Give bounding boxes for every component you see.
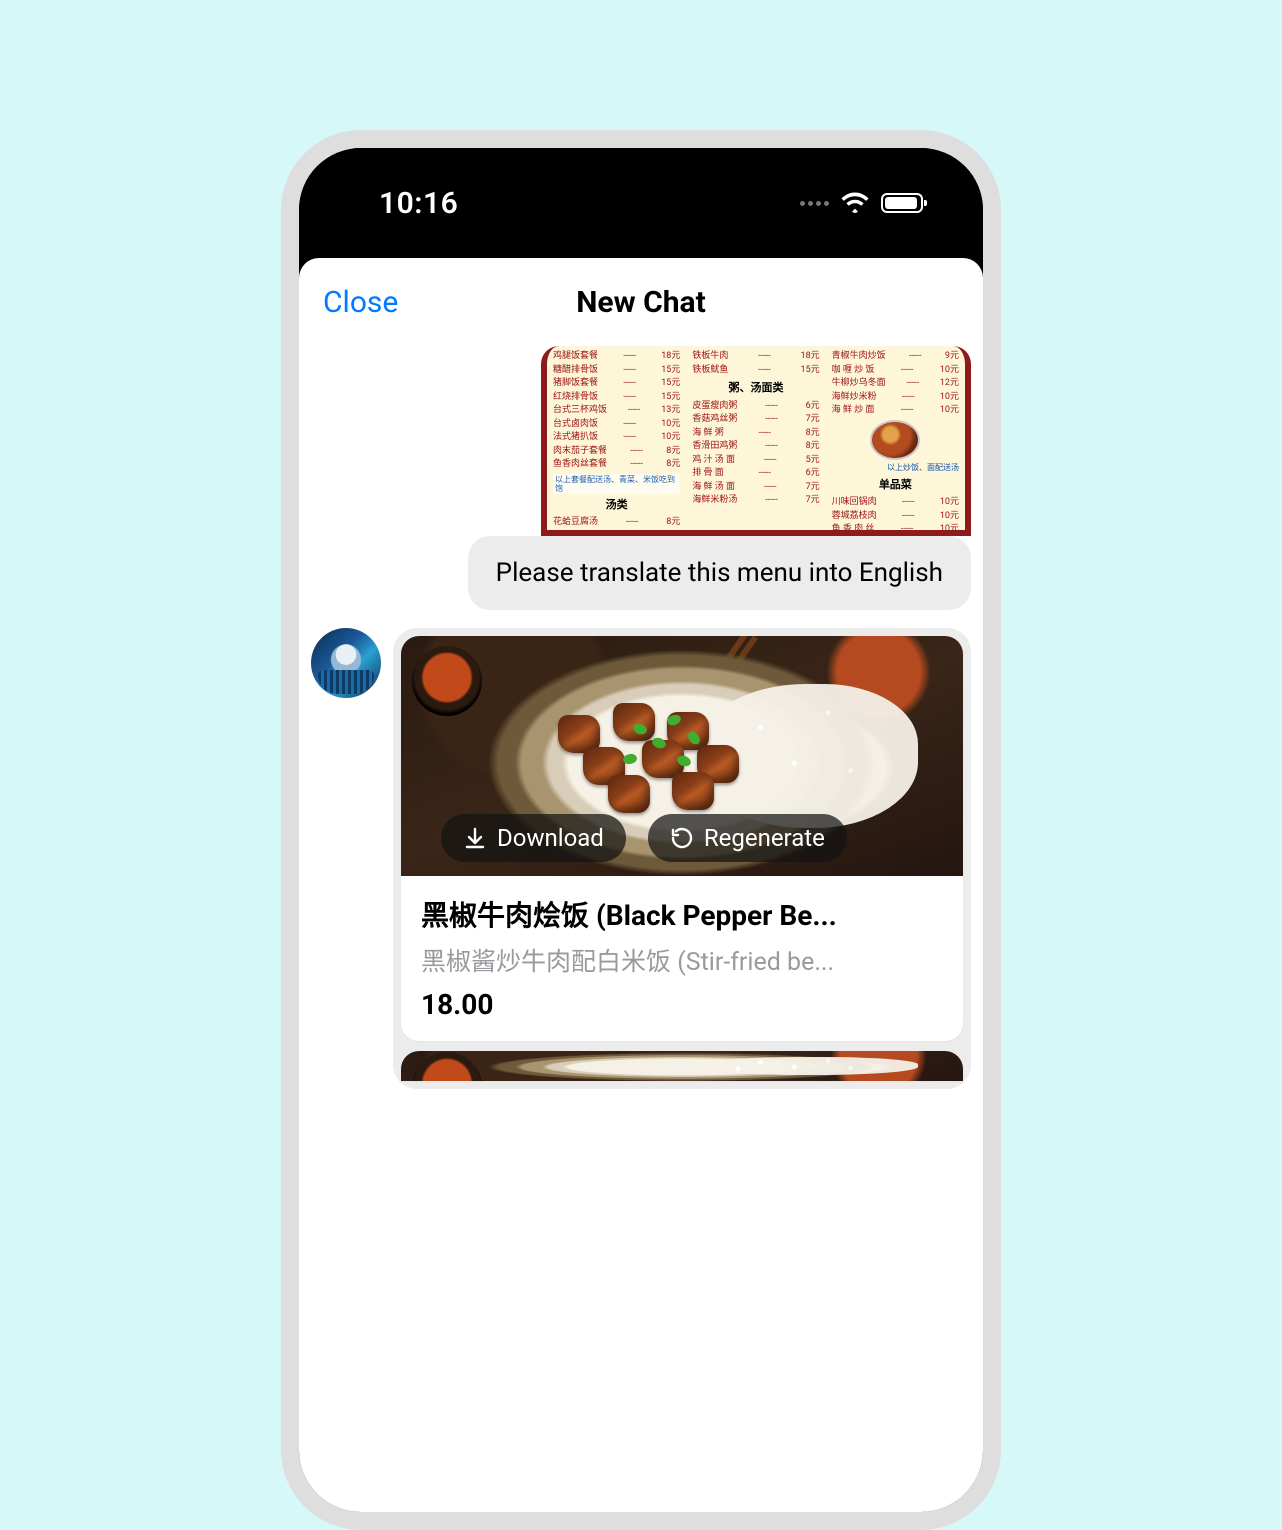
- close-button[interactable]: Close: [323, 285, 398, 320]
- dish-card[interactable]: Download Regenerate: [401, 636, 963, 1041]
- user-message-text: Please translate this menu into English: [468, 536, 971, 610]
- ai-response-bubble: Download Regenerate: [393, 628, 971, 1089]
- wifi-icon: [841, 192, 869, 214]
- dish-image: [401, 1051, 963, 1081]
- phone-frame: 10:16 Close New Chat: [281, 130, 1001, 1530]
- battery-icon: [881, 193, 923, 213]
- cellular-icon: [800, 201, 829, 206]
- app-sheet: Close New Chat 鸡腿饭套餐-----18元 糖醋排骨饭-----1…: [299, 258, 983, 1512]
- dish-description: 黑椒酱炒牛肉配白米饭 (Stir-fried be...: [421, 942, 943, 978]
- status-time: 10:16: [379, 186, 458, 221]
- menu-col-1: 鸡腿饭套餐-----18元 糖醋排骨饭-----15元 猪脚饭套餐-----15…: [547, 346, 686, 530]
- dish-card[interactable]: [401, 1051, 963, 1081]
- menu-col-3: 青椒牛肉炒饭-----9元 咖 喱 炒 饭-----10元 牛柳炒乌冬面----…: [826, 346, 965, 530]
- dish-price: 18.00: [421, 988, 943, 1021]
- phone-screen: 10:16 Close New Chat: [299, 148, 983, 1512]
- page-title: New Chat: [576, 285, 706, 320]
- ai-avatar: [311, 628, 381, 698]
- user-message-group: 鸡腿饭套餐-----18元 糖醋排骨饭-----15元 猪脚饭套餐-----15…: [311, 346, 971, 610]
- status-bar: 10:16: [299, 148, 983, 258]
- dish-title: 黑椒牛肉烩饭 (Black Pepper Be...: [421, 894, 943, 934]
- menu-dish-photo: [870, 420, 920, 460]
- regenerate-button[interactable]: Regenerate: [648, 814, 847, 862]
- chat-scroll[interactable]: 鸡腿饭套餐-----18元 糖醋排骨饭-----15元 猪脚饭套餐-----15…: [299, 346, 983, 1512]
- user-attached-image[interactable]: 鸡腿饭套餐-----18元 糖醋排骨饭-----15元 猪脚饭套餐-----15…: [541, 346, 971, 536]
- download-label: Download: [497, 824, 604, 852]
- nav-bar: Close New Chat: [299, 258, 983, 346]
- status-icons: [800, 192, 923, 214]
- download-icon: [463, 826, 487, 850]
- ai-message-group: Download Regenerate: [311, 628, 971, 1089]
- regenerate-icon: [670, 826, 694, 850]
- dish-image: Download Regenerate: [401, 636, 963, 876]
- regenerate-label: Regenerate: [704, 824, 825, 852]
- menu-col-2: 铁板牛肉-----18元 铁板鱿鱼-----15元 粥、汤面类 皮蛋瘦肉粥---…: [686, 346, 825, 530]
- download-button[interactable]: Download: [441, 814, 626, 862]
